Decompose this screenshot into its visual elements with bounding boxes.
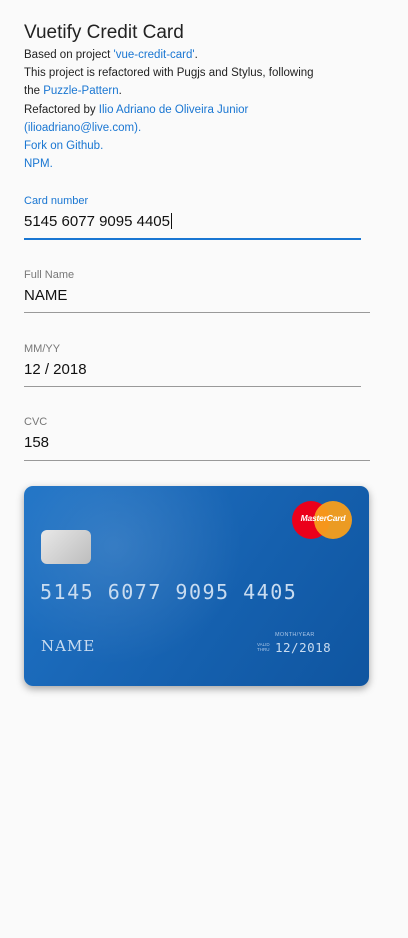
github-link[interactable]: Fork on Github: [24, 140, 100, 152]
intro-text-4: Refactored by: [24, 103, 99, 116]
full-name-input[interactable]: NAME: [24, 287, 370, 307]
intro-punct-5: .: [137, 121, 142, 134]
intro-text-2: This project is refactored with Pugjs an…: [24, 67, 314, 80]
full-name-underline: [24, 312, 370, 313]
expiry-input[interactable]: 12 / 2018: [24, 361, 370, 381]
expiry-field[interactable]: MM/YY 12 / 2018: [24, 343, 370, 387]
card-brand-text: MasterCard: [300, 513, 346, 523]
cvc-field[interactable]: CVC 158: [24, 416, 370, 461]
intro-punct-7: .: [49, 158, 53, 171]
card-expiry-display: 12/2018: [275, 640, 332, 655]
card-number-display: 5145 6077 9095 4405: [40, 580, 298, 604]
intro-text-1: Based on project: [24, 49, 114, 61]
card-number-field[interactable]: Card number 5145 6077 9095 4405: [24, 195, 370, 240]
mastercard-logo-icon: MasterCard: [292, 501, 354, 539]
intro-text: Based on project 'vue-credit-card'. This…: [24, 46, 370, 173]
intro-punct-3: .: [118, 85, 122, 98]
cvc-underline: [24, 460, 370, 461]
author-link[interactable]: Ilio Adriano de Oliveira Junior: [99, 104, 249, 116]
chip-icon: [41, 530, 91, 564]
card-name-display: NAME: [41, 637, 96, 655]
expiry-label: MM/YY: [24, 343, 61, 355]
puzzle-pattern-link[interactable]: Puzzle-Pattern: [43, 85, 118, 97]
card-valid-thru: VALID THRU: [257, 642, 270, 652]
page-title: Vuetify Credit Card: [24, 22, 184, 43]
npm-link[interactable]: NPM: [24, 158, 50, 170]
intro-punct-1: .: [194, 49, 198, 61]
card-expiry-label: MONTH/YEAR: [275, 632, 315, 638]
full-name-label: Full Name: [24, 269, 75, 281]
expiry-underline: [24, 386, 361, 387]
cvc-label: CVC: [24, 416, 48, 428]
card-number-label: Card number: [24, 195, 89, 207]
cvc-input[interactable]: 158: [24, 434, 370, 454]
full-name-field[interactable]: Full Name NAME: [24, 269, 370, 313]
author-email-link[interactable]: (ilioadriano@live.com): [24, 122, 138, 134]
credit-card-preview: MasterCard 5145 6077 9095 4405 NAME MONT…: [24, 486, 369, 686]
vue-credit-card-link[interactable]: 'vue-credit-card': [114, 49, 195, 61]
intro-punct-6: .: [100, 140, 104, 153]
intro-text-3: the: [24, 85, 44, 98]
text-cursor: [170, 213, 172, 229]
card-number-input[interactable]: 5145 6077 9095 4405: [24, 213, 170, 230]
card-number-underline: [24, 238, 361, 240]
